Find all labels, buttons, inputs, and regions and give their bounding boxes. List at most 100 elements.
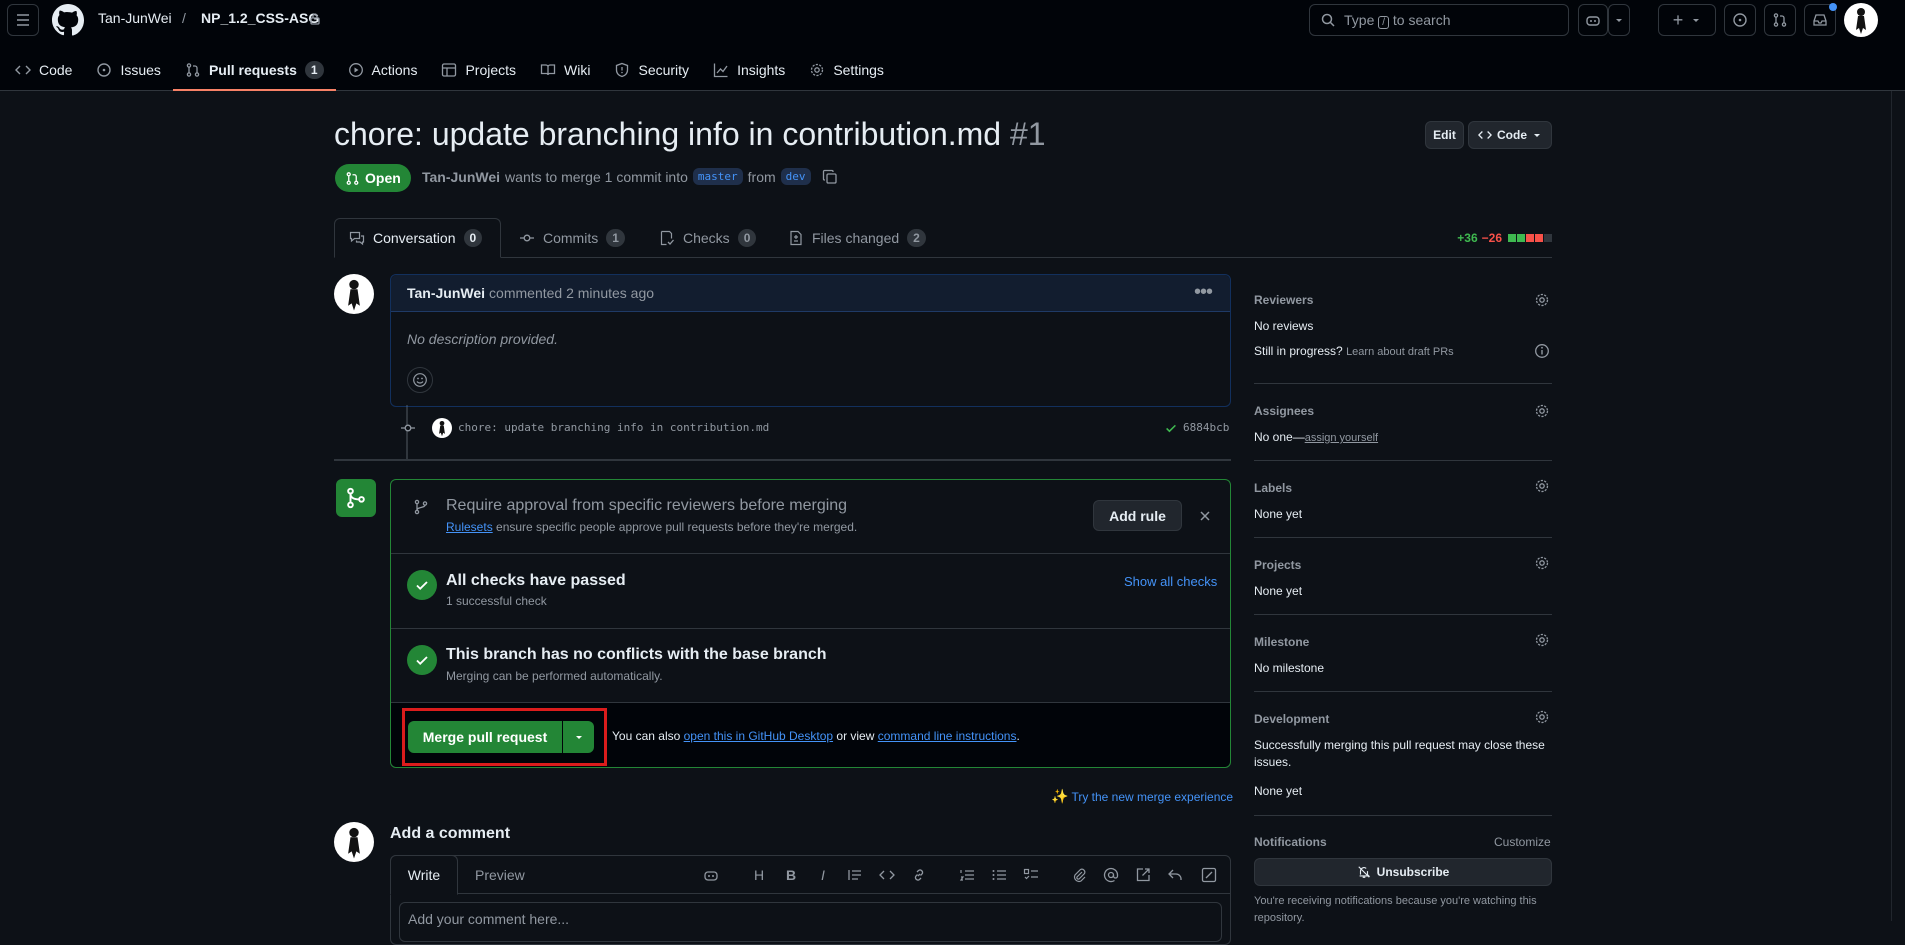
tab-checks[interactable]: Checks 0 bbox=[645, 218, 770, 258]
code-icon[interactable] bbox=[879, 867, 895, 883]
tab-wiki[interactable]: Wiki bbox=[528, 48, 602, 91]
check-icon[interactable] bbox=[1164, 421, 1178, 435]
add-reaction-button[interactable] bbox=[407, 367, 433, 393]
command-line-link[interactable]: command line instructions bbox=[878, 729, 1017, 743]
assignees-heading[interactable]: Assignees bbox=[1254, 404, 1314, 418]
milestone-heading[interactable]: Milestone bbox=[1254, 635, 1309, 649]
diffstat-blocks bbox=[1508, 234, 1552, 242]
avatar-figure-icon bbox=[439, 420, 445, 437]
issues-button[interactable] bbox=[1724, 4, 1756, 36]
tab-conversation-count: 0 bbox=[463, 229, 483, 247]
italic-icon[interactable]: I bbox=[815, 867, 831, 883]
show-all-checks-link[interactable]: Show all checks bbox=[1124, 574, 1217, 589]
comment-body: No description provided. bbox=[407, 331, 558, 347]
tab-conversation[interactable]: Conversation 0 bbox=[334, 218, 501, 258]
projects-heading[interactable]: Projects bbox=[1254, 558, 1301, 572]
gear-icon[interactable] bbox=[1534, 555, 1550, 571]
reply-icon[interactable] bbox=[1167, 867, 1183, 883]
head-branch-label[interactable]: dev bbox=[780, 168, 811, 185]
assign-yourself-link[interactable]: assign yourself bbox=[1305, 432, 1378, 444]
base-branch-label[interactable]: master bbox=[692, 168, 743, 185]
unsubscribe-button[interactable]: Unsubscribe bbox=[1254, 858, 1552, 886]
write-tab[interactable]: Write bbox=[390, 855, 458, 895]
heading-icon[interactable]: H bbox=[751, 867, 767, 883]
link-icon[interactable] bbox=[911, 867, 927, 883]
gear-icon[interactable] bbox=[1534, 292, 1550, 308]
merge-pull-request-button[interactable]: Merge pull request bbox=[408, 721, 562, 753]
code-icon bbox=[1478, 131, 1492, 139]
draft-prs-link[interactable]: Learn about draft PRs bbox=[1346, 346, 1454, 358]
pull-requests-button[interactable] bbox=[1764, 4, 1796, 36]
cross-reference-icon[interactable] bbox=[1135, 867, 1151, 883]
unordered-list-icon[interactable] bbox=[991, 867, 1007, 883]
breadcrumb-repo[interactable]: NP_1.2_CSS-ASG bbox=[201, 10, 319, 26]
menu-button[interactable] bbox=[7, 4, 39, 36]
tab-settings[interactable]: Settings bbox=[797, 48, 896, 91]
reviewers-heading[interactable]: Reviewers bbox=[1254, 293, 1313, 307]
copilot-dropdown-button[interactable] bbox=[1608, 4, 1630, 36]
tab-issues[interactable]: Issues bbox=[84, 48, 172, 91]
tab-pull-requests[interactable]: Pull requests 1 bbox=[172, 48, 336, 91]
user-avatar[interactable] bbox=[1844, 3, 1878, 37]
code-dropdown-button[interactable]: Code bbox=[1468, 121, 1552, 149]
tab-projects[interactable]: Projects bbox=[429, 48, 528, 91]
commit-avatar[interactable] bbox=[432, 418, 452, 438]
tab-security[interactable]: Security bbox=[602, 48, 701, 91]
tab-insights[interactable]: Insights bbox=[701, 48, 797, 91]
customize-link[interactable]: Customize bbox=[1494, 835, 1551, 849]
current-user-avatar[interactable] bbox=[334, 822, 374, 862]
tab-checks-label: Checks bbox=[683, 230, 730, 246]
github-logo-icon[interactable] bbox=[52, 4, 84, 36]
comment-author-avatar[interactable] bbox=[334, 274, 374, 314]
gear-icon[interactable] bbox=[1534, 632, 1550, 648]
merge-box: Require approval from specific reviewers… bbox=[390, 479, 1231, 768]
copilot-button[interactable] bbox=[1578, 4, 1608, 36]
bold-icon[interactable]: B bbox=[783, 867, 799, 883]
tab-security-label: Security bbox=[638, 61, 690, 78]
github-desktop-link[interactable]: open this in GitHub Desktop bbox=[684, 729, 833, 743]
diff-slash-icon[interactable] bbox=[1201, 867, 1217, 883]
sidebar-divider bbox=[1254, 537, 1552, 538]
tab-code[interactable]: Code bbox=[3, 48, 84, 91]
merge-method-dropdown[interactable] bbox=[563, 721, 594, 753]
preview-tab[interactable]: Preview bbox=[475, 867, 525, 883]
rulesets-link[interactable]: Rulesets bbox=[446, 520, 493, 534]
ruleset-desc: Rulesets ensure specific people approve … bbox=[446, 520, 857, 534]
copy-icon[interactable] bbox=[822, 169, 838, 185]
inbox-icon bbox=[1813, 14, 1827, 26]
scrollbar[interactable] bbox=[1891, 91, 1905, 921]
tasklist-icon[interactable] bbox=[1023, 867, 1039, 883]
comment-textarea[interactable]: Add your comment here... bbox=[399, 902, 1222, 942]
tab-actions[interactable]: Actions bbox=[336, 48, 430, 91]
try-new-merge-link[interactable]: ✨ Try the new merge experience bbox=[1051, 788, 1233, 805]
comment-author[interactable]: Tan-JunWei bbox=[407, 285, 485, 301]
copilot-icon[interactable] bbox=[703, 867, 719, 883]
gear-icon[interactable] bbox=[1534, 709, 1550, 725]
close-icon[interactable] bbox=[1199, 510, 1211, 522]
tab-files-changed[interactable]: Files changed 2 bbox=[774, 218, 940, 258]
quote-icon[interactable] bbox=[847, 867, 863, 883]
git-commit-icon bbox=[401, 424, 415, 432]
paperclip-icon[interactable] bbox=[1071, 867, 1087, 883]
commit-sha[interactable]: 6884bcb bbox=[1183, 421, 1229, 434]
timeline-divider bbox=[334, 459, 1231, 461]
tab-commits[interactable]: Commits 1 bbox=[505, 218, 639, 258]
commit-message[interactable]: chore: update branching info in contribu… bbox=[458, 421, 769, 434]
gear-icon bbox=[811, 63, 824, 76]
gear-icon[interactable] bbox=[1534, 478, 1550, 494]
ordered-list-icon[interactable] bbox=[959, 867, 975, 883]
pr-author-link[interactable]: Tan-JunWei bbox=[422, 169, 500, 185]
merge-action-section: Merge pull request You can also open thi… bbox=[391, 703, 1230, 767]
edit-button[interactable]: Edit bbox=[1425, 121, 1464, 149]
breadcrumb-owner[interactable]: Tan-JunWei bbox=[98, 10, 172, 26]
labels-heading[interactable]: Labels bbox=[1254, 481, 1292, 495]
mention-icon[interactable] bbox=[1103, 867, 1119, 883]
search-input[interactable]: Type / to search bbox=[1309, 4, 1569, 36]
info-icon[interactable] bbox=[1534, 343, 1550, 359]
development-description: Successfully merging this pull request m… bbox=[1254, 738, 1545, 769]
gear-icon[interactable] bbox=[1534, 403, 1550, 419]
add-rule-button[interactable]: Add rule bbox=[1093, 500, 1182, 531]
kebab-horizontal-icon[interactable]: ••• bbox=[1194, 281, 1213, 304]
development-heading[interactable]: Development bbox=[1254, 712, 1329, 726]
create-new-button[interactable]: + bbox=[1658, 4, 1716, 36]
